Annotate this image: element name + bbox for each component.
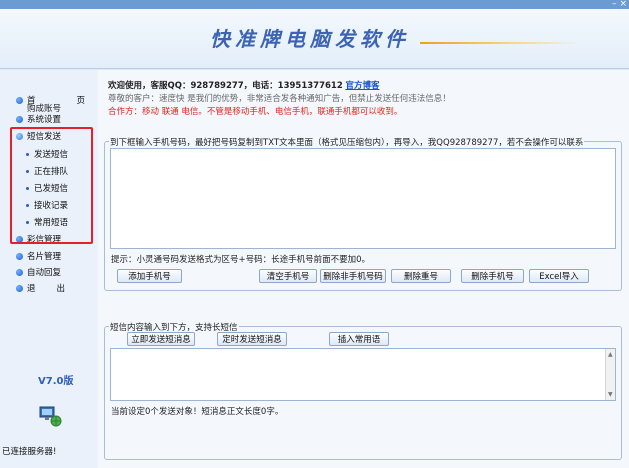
notice-area: 欢迎使用，客服QQ：928789277，电话：13951377612 官方博客 … (108, 80, 616, 119)
welcome-text: 欢迎使用，客服QQ：928789277，电话：13951377612 (108, 81, 343, 91)
bullet-icon (16, 115, 23, 123)
connection-status: 已连接服务器! (2, 447, 57, 457)
partners-text: 合作方：移动 联通 电信。 (108, 107, 207, 117)
sidebar-item-cards[interactable]: 名片管理 (16, 250, 61, 262)
numbers-hint: 提示：小灵通号码发送格式为区号+号码：长途手机号前面不要加0。 (111, 255, 371, 265)
auto-reply-label: 自动回复 (27, 268, 62, 278)
title-bar: – × (0, 0, 629, 9)
send-now-button[interactable]: 立即发送短消息 (127, 332, 195, 346)
exit-label-b: 出 (56, 284, 65, 294)
delete-numbers-button[interactable]: 删除手机号 (461, 269, 524, 283)
bullet-icon (16, 252, 23, 260)
clear-numbers-button[interactable]: 清空手机号 (259, 269, 317, 283)
highlight-box (10, 127, 93, 244)
message-group: 短信内容输入到下方，支持长短信 立即发送短消息 定时发送短消息 插入常用语 ▲ … (104, 321, 622, 460)
partners-detail: 不管是移动手机、电信手机，联通手机都可以收到。 (206, 107, 403, 117)
add-numbers-button[interactable]: 添加手机号 (117, 269, 182, 283)
schedule-send-button[interactable]: 定时发送短消息 (217, 332, 287, 346)
decorative-line (420, 42, 580, 44)
main-panel: 欢迎使用，客服QQ：928789277，电话：13951377612 官方博客 … (98, 70, 629, 468)
numbers-group: 到下框输入手机号码，最好把号码复制到TXT文本里面（格式见压缩包内），再导入，我… (104, 136, 622, 291)
app-header: 快准牌电脑发软件 (0, 9, 629, 69)
scroll-up-icon[interactable]: ▲ (608, 351, 613, 358)
numbers-group-title: 到下框输入手机号码，最好把号码复制到TXT文本里面（格式见压缩包内），再导入，我… (109, 136, 585, 148)
bullet-icon (16, 268, 23, 276)
delete-duplicates-button[interactable]: 删除重号 (391, 269, 451, 283)
settings-label: 系统设置 (27, 115, 62, 125)
phone-numbers-textarea[interactable] (110, 148, 616, 249)
bullet-icon (16, 96, 23, 104)
home-label-b: 页 (76, 96, 85, 106)
minimize-button[interactable]: – (612, 0, 617, 9)
message-status: 当前设定0个发送对象！短消息正文长度0字。 (111, 407, 284, 417)
message-textarea[interactable]: ▲ ▼ (110, 348, 616, 401)
sidebar-item-settings[interactable]: 系统设置 (16, 113, 61, 125)
bullet-icon (16, 284, 23, 292)
network-computer-icon (39, 406, 62, 427)
official-blog-link[interactable]: 官方博客 (345, 81, 379, 91)
notice-line-2: 尊敬的客户：速度快 是我们的优势，非常适合发各种通知广告，但禁止发送任何违法信息… (108, 94, 451, 104)
insert-phrase-button[interactable]: 插入常用语 (329, 332, 389, 346)
app-title: 快准牌电脑发软件 (210, 27, 410, 51)
close-button[interactable]: × (619, 0, 627, 9)
message-scrollbar[interactable]: ▲ ▼ (605, 349, 615, 400)
exit-label-a: 退 (27, 284, 36, 294)
scroll-down-icon[interactable]: ▼ (608, 391, 613, 398)
delete-non-mobile-button[interactable]: 删除非手机号码 (320, 269, 386, 283)
sidebar-item-exit[interactable]: 退 出 (16, 282, 65, 294)
sidebar-item-auto-reply[interactable]: 自动回复 (16, 266, 61, 278)
cards-label: 名片管理 (27, 252, 62, 262)
excel-import-button[interactable]: Excel导入 (529, 269, 589, 283)
version-label: V7.0版 (38, 376, 74, 387)
